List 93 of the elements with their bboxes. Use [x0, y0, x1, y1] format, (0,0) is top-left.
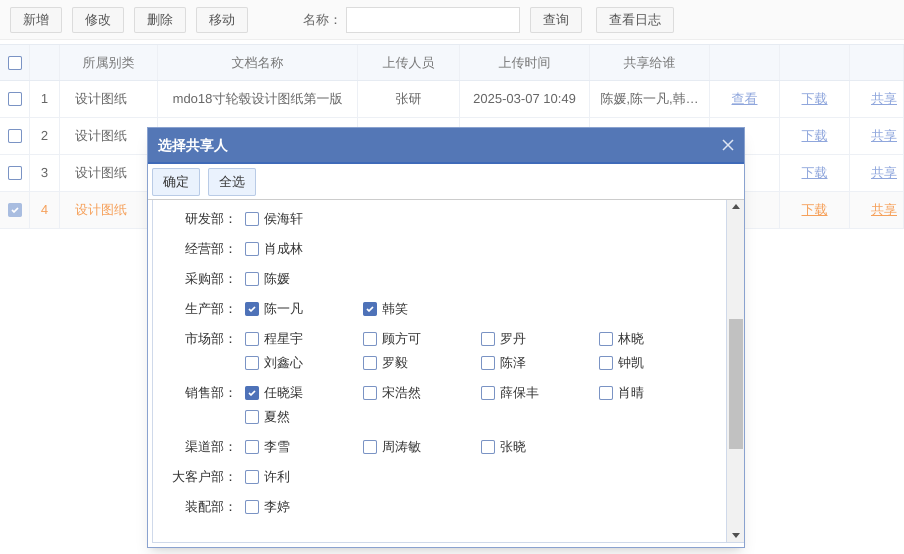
- person-name[interactable]: 李婷: [264, 497, 290, 517]
- checkbox[interactable]: [245, 470, 259, 484]
- checkbox[interactable]: [599, 356, 613, 370]
- person-name[interactable]: 钟凯: [618, 353, 644, 373]
- checkbox[interactable]: [245, 440, 259, 454]
- person-name[interactable]: 刘鑫心: [264, 353, 303, 373]
- toolbar-button[interactable]: 删除: [134, 6, 186, 32]
- person-name[interactable]: 陈媛: [264, 269, 290, 289]
- checkbox[interactable]: [363, 440, 377, 454]
- department-label: 销售部：: [184, 384, 237, 402]
- check-icon: [247, 388, 257, 398]
- checkbox[interactable]: [245, 386, 259, 400]
- person-name[interactable]: 肖晴: [618, 383, 644, 403]
- person-name[interactable]: 罗毅: [382, 353, 408, 373]
- checkbox[interactable]: [245, 410, 259, 424]
- check-icon: [10, 205, 20, 215]
- person-name[interactable]: 林晓: [618, 329, 644, 349]
- checkbox[interactable]: [599, 386, 613, 400]
- check-icon: [247, 304, 257, 314]
- table-cell: 4: [30, 192, 60, 228]
- name-field[interactable]: [346, 6, 520, 32]
- department-label: 装配部：: [184, 498, 237, 516]
- department-label: 研发部：: [184, 210, 237, 228]
- department-label: 市场部：: [184, 330, 237, 348]
- close-icon[interactable]: [722, 139, 734, 151]
- department-label: 渠道部：: [184, 438, 237, 456]
- person-name[interactable]: 任晓渠: [264, 383, 303, 403]
- checkbox[interactable]: [8, 92, 22, 106]
- checkbox[interactable]: [245, 212, 259, 226]
- checkbox[interactable]: [245, 242, 259, 256]
- table-cell: 1: [30, 81, 60, 117]
- scrollbar[interactable]: [727, 200, 744, 542]
- person-name[interactable]: 肖成林: [264, 239, 303, 259]
- column-header: 文档名称: [158, 45, 358, 80]
- toolbar-button[interactable]: 修改: [72, 6, 124, 32]
- check-icon: [365, 304, 375, 314]
- person-name[interactable]: 陈泽: [500, 353, 526, 373]
- toolbar-button[interactable]: 新增: [10, 6, 62, 32]
- person-name[interactable]: 程星宇: [264, 329, 303, 349]
- person-name[interactable]: 薛保丰: [500, 383, 539, 403]
- checkbox[interactable]: [363, 332, 377, 346]
- checkbox[interactable]: [363, 356, 377, 370]
- name-label: 名称：: [303, 10, 342, 29]
- person-name[interactable]: 罗丹: [500, 329, 526, 349]
- checkbox[interactable]: [245, 356, 259, 370]
- column-header: 上传时间: [460, 45, 590, 80]
- checkbox[interactable]: [8, 129, 22, 143]
- person-name[interactable]: 侯海轩: [264, 209, 303, 229]
- checkbox[interactable]: [481, 356, 495, 370]
- checkbox[interactable]: [363, 386, 377, 400]
- person-name[interactable]: 顾方可: [382, 329, 421, 349]
- checkbox[interactable]: [245, 272, 259, 286]
- checkbox[interactable]: [245, 302, 259, 316]
- column-header: 共享给谁: [590, 45, 710, 80]
- person-name[interactable]: 陈一凡: [264, 299, 303, 319]
- table-cell: 2025-03-07 10:49: [460, 81, 590, 117]
- person-name[interactable]: 李雪: [264, 437, 290, 457]
- checkbox[interactable]: [8, 203, 22, 217]
- department-label: 经营部：: [184, 240, 237, 258]
- table-cell: 设计图纸: [60, 81, 158, 117]
- column-header: 所属别类: [60, 45, 158, 80]
- checkbox[interactable]: [481, 332, 495, 346]
- checkbox[interactable]: [481, 386, 495, 400]
- checkbox[interactable]: [363, 302, 377, 316]
- table-cell: 2: [30, 118, 60, 154]
- checkbox[interactable]: [481, 440, 495, 454]
- log-button[interactable]: 查看日志: [596, 6, 674, 32]
- toolbar-button[interactable]: 移动: [196, 6, 248, 32]
- checkbox[interactable]: [245, 332, 259, 346]
- dialog-button[interactable]: 全选: [208, 168, 256, 196]
- checkbox[interactable]: [8, 56, 22, 70]
- table-cell: 张研: [358, 81, 460, 117]
- department-label: 生产部：: [184, 300, 237, 318]
- search-button[interactable]: 查询: [530, 6, 582, 32]
- person-name[interactable]: 许利: [264, 467, 290, 487]
- table-cell: 陈媛,陈一凡,韩…: [590, 81, 710, 117]
- person-name[interactable]: 周涛敏: [382, 437, 421, 457]
- checkbox[interactable]: [599, 332, 613, 346]
- dialog-button[interactable]: 确定: [152, 168, 200, 196]
- department-label: 大客户部：: [171, 468, 237, 486]
- department-label: 采购部：: [184, 270, 237, 288]
- person-name[interactable]: 夏然: [264, 407, 290, 427]
- checkbox[interactable]: [8, 166, 22, 180]
- person-name[interactable]: 宋浩然: [382, 383, 421, 403]
- dialog-title: 选择共享人: [158, 136, 228, 154]
- table-cell: 3: [30, 155, 60, 191]
- person-name[interactable]: 韩笑: [382, 299, 408, 319]
- column-header: 上传人员: [358, 45, 460, 80]
- table-cell: mdo18寸轮毂设计图纸第一版: [158, 81, 358, 117]
- checkbox[interactable]: [245, 500, 259, 514]
- person-name[interactable]: 张晓: [500, 437, 526, 457]
- scroll-up-icon[interactable]: [732, 204, 740, 209]
- scroll-down-icon[interactable]: [732, 533, 740, 538]
